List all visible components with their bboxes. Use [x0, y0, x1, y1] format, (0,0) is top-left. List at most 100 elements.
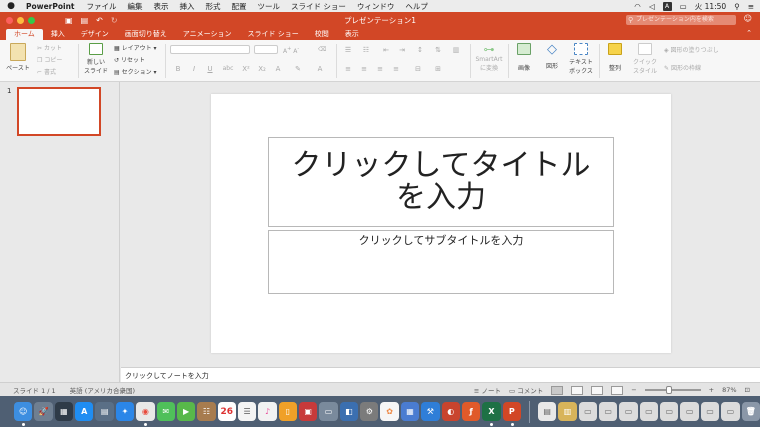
- spotlight-icon[interactable]: ⚲: [734, 2, 740, 11]
- tab-review[interactable]: 校閲: [307, 29, 337, 40]
- menu-app-name[interactable]: PowerPoint: [26, 2, 75, 11]
- screenshot-icon[interactable]: ▭: [639, 402, 659, 421]
- normal-view-button[interactable]: [551, 385, 564, 395]
- finder-icon[interactable]: ☺: [14, 402, 33, 426]
- reading-view-button[interactable]: [591, 385, 604, 395]
- text-direction-icon[interactable]: ⇅: [432, 45, 444, 55]
- minimize-window-button[interactable]: [17, 16, 24, 24]
- tab-animations[interactable]: アニメーション: [175, 29, 240, 40]
- calendar-icon[interactable]: 26: [217, 402, 236, 421]
- paste-button[interactable]: ペースト: [6, 43, 30, 72]
- section-button[interactable]: ▤ セクション ▾: [114, 67, 157, 76]
- zoom-in-button[interactable]: +: [709, 386, 714, 394]
- zoom-window-button[interactable]: [28, 16, 35, 24]
- cut-button[interactable]: ✂ カット: [37, 43, 62, 52]
- photo-app-icon[interactable]: ◐: [441, 402, 460, 421]
- slide-thumbnail[interactable]: [17, 87, 101, 136]
- zoom-out-button[interactable]: −: [631, 386, 636, 394]
- system-preferences-icon[interactable]: ⚙: [360, 402, 379, 421]
- comments-toggle-button[interactable]: ▭ コメント: [509, 385, 543, 395]
- redo-icon[interactable]: ↻: [111, 16, 118, 25]
- arrange-button[interactable]: 整列: [604, 43, 626, 72]
- notes-app-icon[interactable]: ☰: [237, 402, 257, 421]
- screenshot-icon[interactable]: ▭: [680, 402, 699, 421]
- notes-pane[interactable]: クリックしてノートを入力: [121, 367, 760, 382]
- facetime-icon[interactable]: ▶: [176, 402, 196, 421]
- screenshot-icon[interactable]: ▭: [660, 402, 679, 421]
- tab-design[interactable]: デザイン: [73, 29, 117, 40]
- zoom-slider-knob[interactable]: [665, 386, 672, 394]
- document-icon[interactable]: ▤: [537, 402, 557, 421]
- tab-view[interactable]: 表示: [337, 29, 367, 40]
- search-field[interactable]: ⚲ プレゼンテーション内を検索: [626, 15, 736, 25]
- font-size-combobox[interactable]: [254, 45, 278, 54]
- font-name-combobox[interactable]: [170, 45, 250, 54]
- italic-button[interactable]: I: [188, 64, 200, 74]
- font-size-buttons[interactable]: A+ A-: [283, 46, 299, 55]
- messages-icon[interactable]: ✉: [156, 402, 175, 421]
- photo-booth-icon[interactable]: ▣: [299, 402, 318, 421]
- battery-icon[interactable]: ▭: [680, 2, 687, 11]
- input-source-icon[interactable]: A: [662, 1, 672, 11]
- screenshot-icon[interactable]: ▭: [578, 402, 598, 421]
- font-color-icon[interactable]: A: [314, 64, 326, 74]
- mission-control-icon[interactable]: ▦: [54, 402, 74, 421]
- numbering-icon[interactable]: ☷: [360, 45, 372, 55]
- menu-format[interactable]: 形式: [206, 1, 221, 12]
- menu-slideshow[interactable]: スライド ショー: [291, 1, 346, 12]
- bullets-icon[interactable]: ☰: [342, 45, 354, 55]
- menu-clock[interactable]: 火 11:50: [695, 1, 727, 12]
- menu-tools[interactable]: ツール: [258, 1, 281, 12]
- app-store-icon[interactable]: A: [75, 402, 94, 421]
- fit-to-window-icon[interactable]: ⊡: [745, 386, 750, 394]
- strikethrough-button[interactable]: abc: [220, 64, 236, 74]
- excel-icon[interactable]: X: [482, 402, 501, 426]
- tab-slideshow[interactable]: スライド ショー: [240, 29, 307, 40]
- reset-button[interactable]: ↺ リセット: [114, 55, 145, 64]
- safari-icon[interactable]: ✦: [115, 402, 135, 421]
- notes-toggle-button[interactable]: ≡ ノート: [474, 385, 501, 395]
- screenshot-icon[interactable]: ▭: [599, 402, 618, 421]
- menu-edit[interactable]: 編集: [128, 1, 143, 12]
- language-indicator[interactable]: 英語 (アメリカ合衆国): [70, 385, 135, 395]
- columns-icon[interactable]: ▥: [450, 45, 462, 55]
- system-prefs-small-icon[interactable]: ▤: [95, 402, 114, 421]
- title-placeholder[interactable]: クリックしてタイトルを入力: [268, 137, 614, 227]
- migration-icon[interactable]: ▦: [400, 402, 420, 421]
- preview-icon[interactable]: ▭: [319, 402, 338, 421]
- align-left-icon[interactable]: ≡: [342, 64, 354, 74]
- wifi-icon[interactable]: ◠: [634, 2, 641, 11]
- line-spacing-icon[interactable]: ↕: [414, 45, 426, 55]
- powerpoint-icon[interactable]: P: [502, 402, 521, 426]
- collapse-ribbon-icon[interactable]: ⌃: [746, 29, 752, 37]
- menu-arrange[interactable]: 配置: [232, 1, 247, 12]
- slide-sorter-button[interactable]: [571, 385, 584, 395]
- shape-outline-button[interactable]: ✎ 図形の枠線: [664, 63, 701, 72]
- photos-icon[interactable]: ✿: [380, 402, 399, 421]
- clear-format-icon[interactable]: ⌫: [318, 46, 326, 53]
- books-icon[interactable]: ▯: [278, 402, 298, 421]
- justify-icon[interactable]: ≡: [390, 64, 402, 74]
- subscript-button[interactable]: X₂: [256, 64, 268, 74]
- text-effects-icon[interactable]: A: [272, 64, 284, 74]
- screenshot-icon[interactable]: ▭: [721, 402, 740, 421]
- downloads-stack-icon[interactable]: ▥: [558, 402, 577, 421]
- tab-insert[interactable]: 挿入: [43, 29, 73, 40]
- user-account-icon[interactable]: ☺: [744, 14, 752, 23]
- menu-window[interactable]: ウィンドウ: [357, 1, 395, 12]
- align-center-icon[interactable]: ≡: [358, 64, 370, 74]
- textbox-button[interactable]: テキスト ボックス: [568, 43, 594, 75]
- slideshow-view-button[interactable]: [611, 385, 624, 395]
- zoom-slider[interactable]: [644, 386, 701, 394]
- menu-insert[interactable]: 挿入: [180, 1, 195, 12]
- vertical-align-icon[interactable]: ⊟: [412, 64, 424, 74]
- quick-styles-button[interactable]: クイック スタイル: [632, 43, 658, 75]
- undo-icon[interactable]: ↶: [96, 16, 103, 25]
- tab-transitions[interactable]: 画面切り替え: [117, 29, 175, 40]
- notification-center-icon[interactable]: ≡: [748, 2, 754, 11]
- menu-view[interactable]: 表示: [154, 1, 169, 12]
- close-window-button[interactable]: [6, 16, 13, 24]
- decrease-indent-icon[interactable]: ⇤: [380, 45, 392, 55]
- convert-smartart-button[interactable]: ⊶ SmartArt に変換: [474, 43, 504, 72]
- chrome-icon[interactable]: ◉: [136, 402, 155, 426]
